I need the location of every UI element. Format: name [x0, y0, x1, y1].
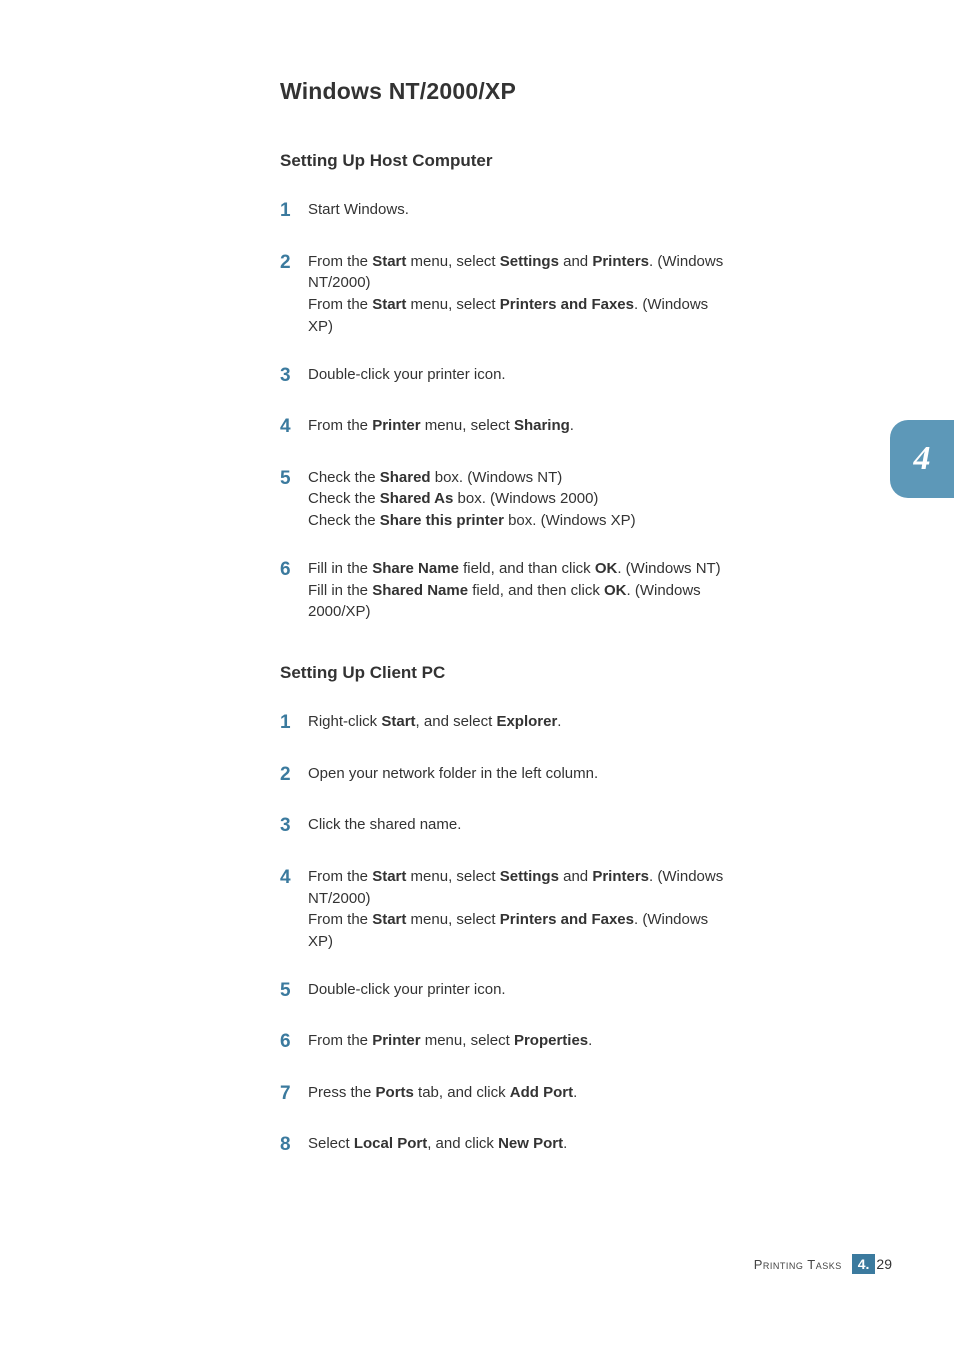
- step-body: Double-click your printer icon.: [308, 364, 730, 386]
- page-title: Windows NT/2000/XP: [280, 78, 730, 105]
- step-item: 4From the Printer menu, select Sharing.: [280, 415, 730, 441]
- chapter-tab: 4: [890, 420, 954, 498]
- section-heading: Setting Up Client PC: [280, 663, 730, 683]
- step-body: Open your network folder in the left col…: [308, 763, 730, 785]
- step-number: 4: [280, 413, 308, 441]
- step-body: Double-click your printer icon.: [308, 979, 730, 1001]
- step-number: 2: [280, 249, 308, 277]
- step-number: 2: [280, 761, 308, 789]
- section-heading: Setting Up Host Computer: [280, 151, 730, 171]
- step-item: 1Start Windows.: [280, 199, 730, 225]
- step-body: Press the Ports tab, and click Add Port.: [308, 1082, 730, 1104]
- step-body: Select Local Port, and click New Port.: [308, 1133, 730, 1155]
- chapter-tab-number: 4: [914, 440, 931, 478]
- step-number: 4: [280, 864, 308, 892]
- step-body: Right-click Start, and select Explorer.: [308, 711, 730, 733]
- step-body: From the Printer menu, select Sharing.: [308, 415, 730, 437]
- footer-chapter-number: 4.: [852, 1254, 876, 1274]
- step-body: From the Start menu, select Settings and…: [308, 251, 730, 338]
- step-body: Click the shared name.: [308, 814, 730, 836]
- step-body: Start Windows.: [308, 199, 730, 221]
- page-footer: Printing Tasks 4. 29: [754, 1254, 892, 1274]
- step-body: Check the Shared box. (Windows NT)Check …: [308, 467, 730, 532]
- step-item: 4From the Start menu, select Settings an…: [280, 866, 730, 953]
- step-number: 3: [280, 812, 308, 840]
- step-item: 1Right-click Start, and select Explorer.: [280, 711, 730, 737]
- step-item: 5Check the Shared box. (Windows NT)Check…: [280, 467, 730, 532]
- step-body: Fill in the Share Name field, and than c…: [308, 558, 730, 623]
- document-page: Windows NT/2000/XP Setting Up Host Compu…: [0, 0, 954, 1346]
- step-number: 1: [280, 197, 308, 225]
- step-number: 1: [280, 709, 308, 737]
- step-item: 6Fill in the Share Name field, and than …: [280, 558, 730, 623]
- step-item: 3Click the shared name.: [280, 814, 730, 840]
- step-number: 6: [280, 1028, 308, 1056]
- step-item: 2Open your network folder in the left co…: [280, 763, 730, 789]
- step-item: 5Double-click your printer icon.: [280, 979, 730, 1005]
- step-body: From the Start menu, select Settings and…: [308, 866, 730, 953]
- step-number: 3: [280, 362, 308, 390]
- step-number: 6: [280, 556, 308, 584]
- step-item: 3Double-click your printer icon.: [280, 364, 730, 390]
- step-number: 5: [280, 465, 308, 493]
- step-item: 7Press the Ports tab, and click Add Port…: [280, 1082, 730, 1108]
- step-list: 1Right-click Start, and select Explorer.…: [280, 711, 730, 1159]
- step-number: 7: [280, 1080, 308, 1108]
- step-number: 8: [280, 1131, 308, 1159]
- step-number: 5: [280, 977, 308, 1005]
- footer-section-label: Printing Tasks: [754, 1257, 842, 1272]
- step-body: From the Printer menu, select Properties…: [308, 1030, 730, 1052]
- step-item: 6From the Printer menu, select Propertie…: [280, 1030, 730, 1056]
- step-item: 8Select Local Port, and click New Port.: [280, 1133, 730, 1159]
- content-column: Windows NT/2000/XP Setting Up Host Compu…: [280, 78, 730, 1159]
- step-list: 1Start Windows. 2From the Start menu, sel…: [280, 199, 730, 623]
- footer-page-number: 29: [876, 1256, 892, 1272]
- step-item: 2From the Start menu, select Settings an…: [280, 251, 730, 338]
